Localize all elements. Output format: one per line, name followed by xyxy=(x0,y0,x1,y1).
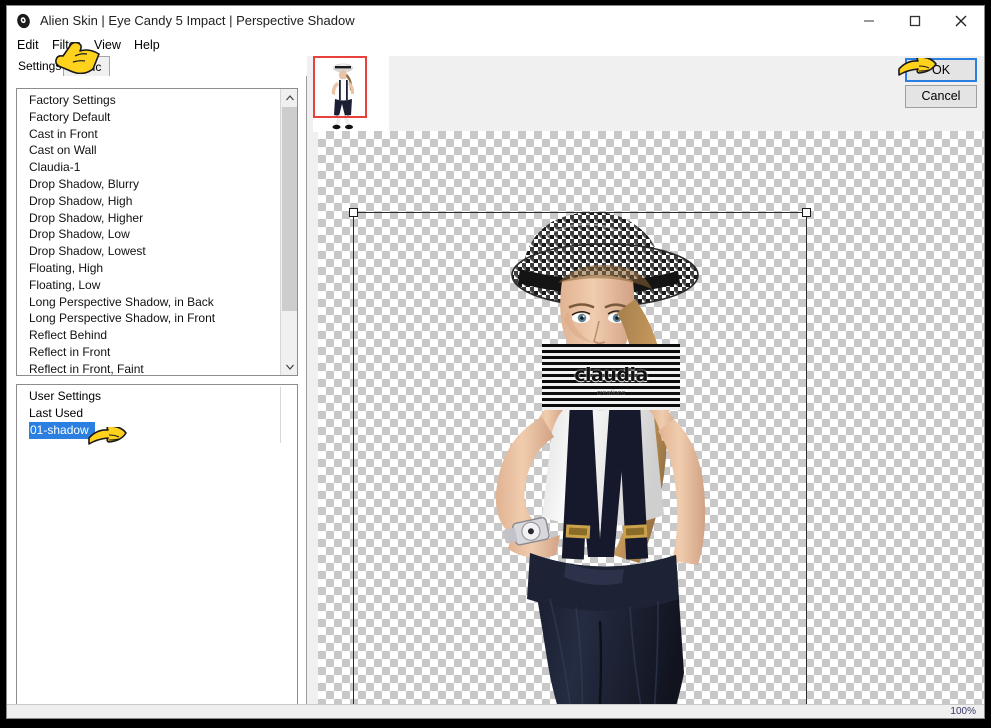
claudia-watermark: claudia creations xyxy=(542,344,680,410)
menu-item-filter[interactable]: Filter xyxy=(49,38,83,52)
menu-bar: Edit Filter View Help xyxy=(7,36,984,56)
window-title: Alien Skin | Eye Candy 5 Impact | Perspe… xyxy=(40,13,355,28)
minimize-icon[interactable] xyxy=(846,6,892,36)
list-item[interactable]: Drop Shadow, Blurry xyxy=(17,176,282,193)
navigator-view-rect[interactable] xyxy=(313,56,367,118)
factory-group-label: Factory Settings xyxy=(29,93,116,107)
watermark-subtext: creations xyxy=(596,390,626,397)
list-item[interactable]: Floating, Low xyxy=(17,277,282,294)
title-bar: Alien Skin | Eye Candy 5 Impact | Perspe… xyxy=(7,6,984,36)
selection-handle-top-left[interactable] xyxy=(349,208,358,217)
close-icon[interactable] xyxy=(938,6,984,36)
maximize-icon[interactable] xyxy=(892,6,938,36)
list-item[interactable]: Drop Shadow, High xyxy=(17,193,282,210)
factory-list-scrollbar[interactable] xyxy=(280,89,297,375)
list-item[interactable]: Cast in Front xyxy=(17,126,282,143)
list-item[interactable]: Claudia-1 xyxy=(17,159,282,176)
list-item[interactable]: Drop Shadow, Low xyxy=(17,226,282,243)
menu-item-view[interactable]: View xyxy=(91,38,124,52)
navigator-thumbnail[interactable] xyxy=(313,56,389,132)
scroll-down-icon[interactable] xyxy=(281,358,297,375)
factory-settings-listbox[interactable]: Factory Settings Factory Default Cast in… xyxy=(16,88,298,376)
ok-button[interactable]: OK xyxy=(905,58,977,82)
list-item[interactable]: Factory Default xyxy=(17,109,282,126)
subject-photo xyxy=(390,203,810,704)
list-item[interactable]: Drop Shadow, Lowest xyxy=(17,243,282,260)
list-item[interactable]: Long Perspective Shadow, in Back xyxy=(17,294,282,311)
app-frame: Alien Skin | Eye Candy 5 Impact | Perspe… xyxy=(0,0,991,728)
zoom-readout: 100% xyxy=(950,706,976,717)
user-panel-divider xyxy=(280,387,281,443)
list-item[interactable]: Last Used xyxy=(17,405,297,422)
factory-settings-items: Factory Settings Factory Default Cast in… xyxy=(17,89,282,375)
menu-item-help[interactable]: Help xyxy=(131,38,163,52)
preview-canvas[interactable] xyxy=(318,131,984,704)
list-item[interactable]: Cast on Wall xyxy=(17,142,282,159)
scrollbar-thumb[interactable] xyxy=(282,107,297,311)
list-item-selected[interactable]: 01-shadow xyxy=(29,422,95,439)
user-group-label: User Settings xyxy=(29,389,102,403)
tab-strip: Settings Basic xyxy=(7,56,307,76)
watermark-text: claudia xyxy=(574,364,648,386)
list-item[interactable]: Long Perspective Shadow, in Front xyxy=(17,310,282,327)
user-settings-listbox[interactable]: User Settings Last Used 01-shadow xyxy=(16,384,298,718)
status-bar: 100% xyxy=(7,704,984,718)
tab-basic[interactable]: Basic xyxy=(63,56,111,76)
cancel-button[interactable]: Cancel xyxy=(905,85,977,108)
list-item[interactable]: Reflect in Front, Faint xyxy=(17,361,282,375)
scroll-up-icon[interactable] xyxy=(281,89,297,106)
list-item[interactable]: Floating, High xyxy=(17,260,282,277)
list-item[interactable]: Drop Shadow, Higher xyxy=(17,210,282,227)
list-item[interactable]: Reflect Behind xyxy=(17,327,282,344)
alien-skin-app-icon xyxy=(15,12,33,30)
menu-item-edit[interactable]: Edit xyxy=(14,38,42,52)
settings-panel: Factory Settings Factory Default Cast in… xyxy=(7,76,307,718)
preview-area: Preview Background: None OK Cancel xyxy=(307,56,984,704)
application-window: Alien Skin | Eye Candy 5 Impact | Perspe… xyxy=(6,5,985,719)
tab-settings[interactable]: Settings xyxy=(9,56,70,76)
list-item[interactable]: Reflect in Front xyxy=(17,344,282,361)
